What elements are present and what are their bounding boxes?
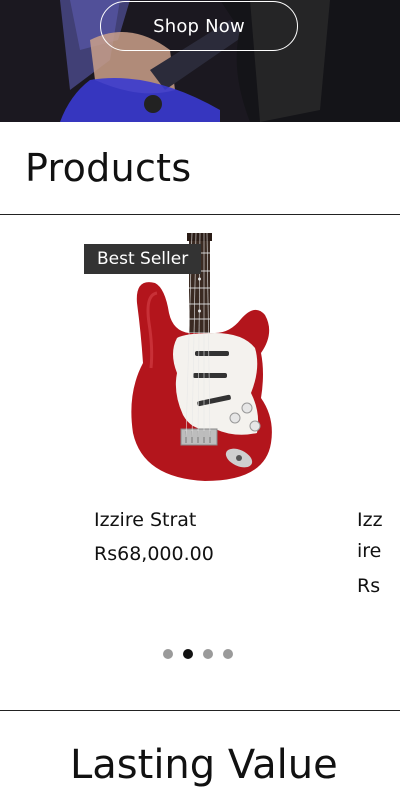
pagination-dot[interactable] xyxy=(203,649,213,659)
product-carousel[interactable]: Best Seller Izzire Strat Rs68,000.00 Izz… xyxy=(0,215,400,685)
carousel-pagination xyxy=(163,649,233,659)
hero-banner: Shop Now xyxy=(0,0,400,122)
product-price: Rs xyxy=(357,575,381,597)
product-name[interactable]: Izzire Strat xyxy=(94,509,196,531)
product-card[interactable]: Izzire Co Rs xyxy=(330,215,400,635)
products-section-title: Products xyxy=(25,146,192,190)
section-divider xyxy=(0,710,400,711)
lasting-value-title: Lasting Value xyxy=(70,742,338,788)
pagination-dot[interactable] xyxy=(163,649,173,659)
product-card[interactable]: Best Seller Izzire Strat Rs68,000.00 xyxy=(65,215,305,635)
shop-now-button[interactable]: Shop Now xyxy=(100,1,298,51)
product-name[interactable]: Izzire Co xyxy=(357,505,387,567)
pagination-dot[interactable] xyxy=(223,649,233,659)
product-price: Rs68,000.00 xyxy=(94,543,214,565)
pagination-dot-active[interactable] xyxy=(183,649,193,659)
best-seller-badge: Best Seller xyxy=(84,244,202,274)
